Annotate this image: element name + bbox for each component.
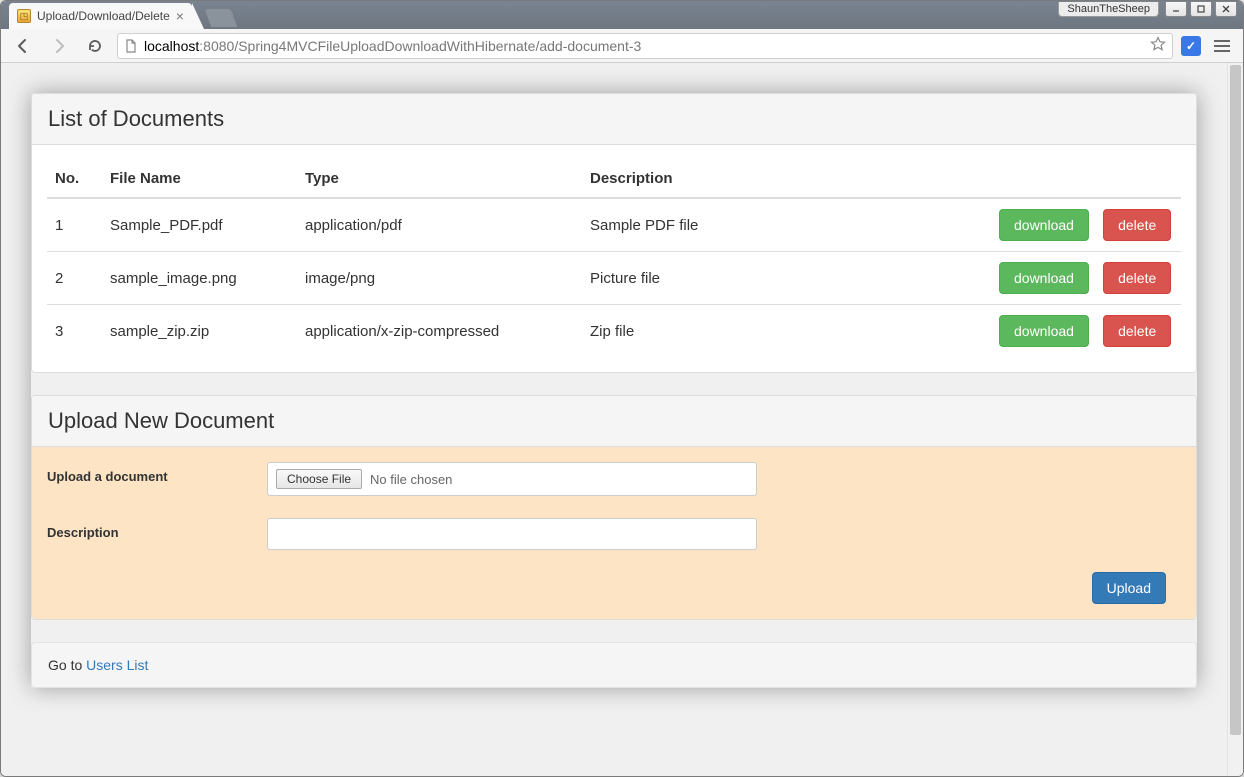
window-maximize-button[interactable]	[1190, 2, 1212, 17]
cell-no: 2	[47, 252, 102, 305]
cell-type: image/png	[297, 252, 582, 305]
delete-button[interactable]: delete	[1103, 262, 1171, 294]
cell-description: Sample PDF file	[582, 198, 981, 252]
table-row: 3 sample_zip.zip application/x-zip-compr…	[47, 305, 1181, 358]
download-button[interactable]: download	[999, 315, 1089, 347]
upload-panel: Upload New Document Upload a document Ch…	[31, 395, 1197, 620]
cell-description: Picture file	[582, 252, 981, 305]
choose-file-button[interactable]: Choose File	[276, 469, 362, 489]
cell-type: application/x-zip-compressed	[297, 305, 582, 358]
users-list-link[interactable]: Users List	[86, 657, 148, 673]
tab-close-icon[interactable]: ×	[176, 9, 184, 23]
documents-panel-title: List of Documents	[32, 94, 1196, 145]
page-icon	[124, 39, 138, 53]
footer-well: Go to Users List	[31, 642, 1197, 688]
footer-prefix: Go to	[48, 657, 86, 673]
cell-no: 3	[47, 305, 102, 358]
cell-description: Zip file	[582, 305, 981, 358]
browser-toolbar: localhost:8080/Spring4MVCFileUploadDownl…	[1, 29, 1243, 63]
tab-title: Upload/Download/Delete	[37, 9, 170, 23]
browser-tab[interactable]: ◳ Upload/Download/Delete ×	[9, 3, 192, 29]
nav-back-button[interactable]	[9, 33, 37, 59]
cell-file-name: sample_image.png	[102, 252, 297, 305]
cell-file-name: sample_zip.zip	[102, 305, 297, 358]
cell-file-name: Sample_PDF.pdf	[102, 198, 297, 252]
file-status-text: No file chosen	[370, 472, 452, 487]
nav-forward-button[interactable]	[45, 33, 73, 59]
col-type: Type	[297, 160, 582, 198]
browser-menu-button[interactable]	[1209, 33, 1235, 59]
documents-table: No. File Name Type Description 1	[47, 160, 1181, 357]
scroll-thumb[interactable]	[1230, 65, 1241, 735]
cell-type: application/pdf	[297, 198, 582, 252]
col-description: Description	[582, 160, 981, 198]
table-row: 2 sample_image.png image/png Picture fil…	[47, 252, 1181, 305]
nav-reload-button[interactable]	[81, 33, 109, 59]
os-app-name: ShaunTheSheep	[1058, 2, 1159, 17]
browser-tabstrip: ◳ Upload/Download/Delete ×	[1, 1, 1243, 29]
favicon-icon: ◳	[17, 9, 31, 23]
url-text: localhost:8080/Spring4MVCFileUploadDownl…	[144, 38, 641, 54]
window-minimize-button[interactable]	[1165, 2, 1187, 17]
download-button[interactable]: download	[999, 262, 1089, 294]
upload-submit-button[interactable]: Upload	[1092, 572, 1166, 604]
table-row: 1 Sample_PDF.pdf application/pdf Sample …	[47, 198, 1181, 252]
col-no: No.	[47, 160, 102, 198]
window-close-button[interactable]	[1215, 2, 1237, 17]
upload-panel-title: Upload New Document	[32, 396, 1196, 447]
description-field-label: Description	[47, 518, 267, 540]
file-field-label: Upload a document	[47, 462, 267, 484]
col-file-name: File Name	[102, 160, 297, 198]
vertical-scrollbar[interactable]	[1227, 63, 1243, 776]
delete-button[interactable]: delete	[1103, 315, 1171, 347]
delete-button[interactable]: delete	[1103, 209, 1171, 241]
file-input[interactable]: Choose File No file chosen	[267, 462, 757, 496]
extension-icon[interactable]: ✓	[1181, 36, 1201, 56]
bookmark-star-icon[interactable]	[1150, 36, 1166, 55]
new-tab-button[interactable]	[205, 9, 238, 27]
address-bar[interactable]: localhost:8080/Spring4MVCFileUploadDownl…	[117, 33, 1173, 59]
download-button[interactable]: download	[999, 209, 1089, 241]
documents-panel: List of Documents No. File Name Type Des…	[31, 93, 1197, 373]
description-input[interactable]	[267, 518, 757, 550]
cell-no: 1	[47, 198, 102, 252]
